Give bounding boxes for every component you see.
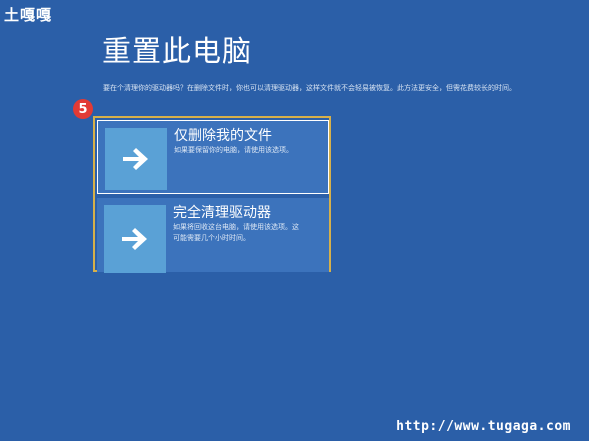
option-remove-files-only[interactable]: 仅删除我的文件 如果要保留你的电脑，请使用该选项。 [97, 120, 329, 194]
watermark-logo-text: 土嘎嘎 [4, 6, 53, 24]
option-title: 完全清理驱动器 [173, 205, 271, 221]
arrow-right-icon [105, 128, 167, 190]
page-description: 要在个清理你的驱动器吗？在删除文件时，你也可以清理驱动器，这样文件就不会轻易被恢… [103, 84, 516, 92]
page-title: 重置此电脑 [102, 34, 253, 68]
option-fully-clean-drive[interactable]: 完全清理驱动器 如果将回收这台电脑，请使用该选项。这可能需要几个小时时间。 [97, 198, 329, 273]
option-description: 如果将回收这台电脑，请使用该选项。这可能需要几个小时时间。 [173, 223, 299, 242]
option-description: 如果要保留你的电脑，请使用该选项。 [174, 146, 293, 154]
arrow-right-icon [104, 205, 166, 273]
watermark-url: http://www.tugaga.com [396, 419, 571, 434]
option-title: 仅删除我的文件 [174, 128, 272, 144]
step-badge: 5 [73, 99, 93, 119]
